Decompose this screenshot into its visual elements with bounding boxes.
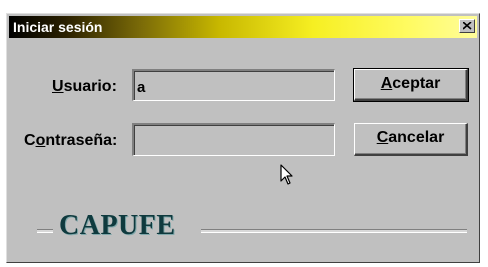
close-icon (463, 22, 472, 30)
window-title: Iniciar sesión (13, 19, 103, 35)
close-button[interactable] (459, 19, 475, 33)
aceptar-button-label: Aceptar (355, 75, 466, 93)
aceptar-text: ceptar (392, 75, 441, 92)
cancelar-accelerator: C (376, 129, 389, 146)
contrasena-label-prefix: C (24, 132, 36, 149)
contrasena-label-accelerator: o (35, 132, 46, 149)
usuario-label: Usuario: (52, 78, 117, 96)
usuario-label-accelerator: U (52, 78, 64, 95)
usuario-label-text: suario: (63, 78, 117, 95)
aceptar-accelerator: A (380, 75, 393, 92)
logo-divider-right (201, 229, 467, 233)
contrasena-input[interactable] (132, 123, 335, 156)
usuario-input[interactable] (132, 69, 335, 101)
contrasena-label: Contraseña: (24, 132, 117, 150)
aceptar-button[interactable]: Aceptar (353, 68, 469, 102)
contrasena-label-text: ntraseña: (45, 132, 118, 149)
cancelar-text: ancelar (388, 129, 445, 146)
login-dialog: Iniciar sesión Usuario: Contraseña: Acep… (6, 13, 480, 263)
cancelar-button[interactable]: Cancelar (354, 123, 468, 156)
title-bar[interactable]: Iniciar sesión (9, 16, 477, 38)
capufe-logo: CAPUFE (59, 210, 176, 241)
logo-divider-left (37, 229, 53, 233)
mouse-cursor-icon (280, 164, 293, 185)
cancelar-button-label: Cancelar (355, 129, 466, 147)
